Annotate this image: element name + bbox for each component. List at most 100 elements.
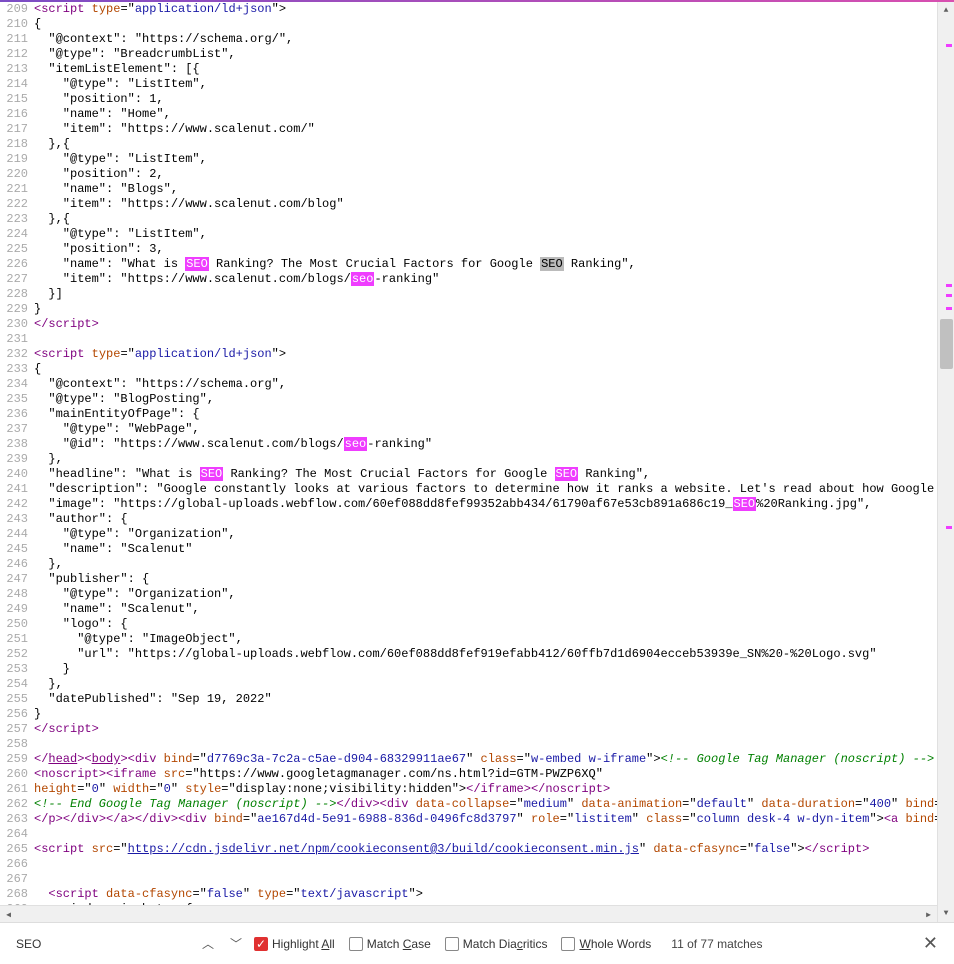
match-marker[interactable] <box>946 284 952 287</box>
match-diacritics-checkbox[interactable] <box>445 937 459 951</box>
code-line[interactable]: "@type": "WebPage", <box>34 422 954 437</box>
code-line[interactable]: "position": 2, <box>34 167 954 182</box>
code-line[interactable]: "@type": "ListItem", <box>34 77 954 92</box>
code-line[interactable]: </head><body><div bind="d7769c3a-7c2a-c5… <box>34 752 954 767</box>
search-input[interactable]: SEO <box>10 934 190 954</box>
code-line[interactable]: },{ <box>34 137 954 152</box>
code-line[interactable]: "@id": "https://www.scalenut.com/blogs/s… <box>34 437 954 452</box>
code-line[interactable]: "name": "What is SEO Ranking? The Most C… <box>34 257 954 272</box>
code-line[interactable]: { <box>34 17 954 32</box>
close-findbar-button[interactable]: ✕ <box>917 933 944 954</box>
line-number: 220 <box>0 167 28 182</box>
code-line[interactable]: "headline": "What is SEO Ranking? The Mo… <box>34 467 954 482</box>
scrollbar-track[interactable] <box>938 19 954 905</box>
code-line[interactable]: "publisher": { <box>34 572 954 587</box>
code-line[interactable]: "@type": "ImageObject", <box>34 632 954 647</box>
code-line[interactable]: <noscript><iframe src="https://www.googl… <box>34 767 954 782</box>
code-line[interactable]: "item": "https://www.scalenut.com/blog" <box>34 197 954 212</box>
code-line[interactable]: "logo": { <box>34 617 954 632</box>
code-line[interactable]: </script> <box>34 722 954 737</box>
match-marker[interactable] <box>946 307 952 310</box>
code-line[interactable]: </p></div></a></div><div bind="ae167d4d-… <box>34 812 954 827</box>
code-line[interactable]: "author": { <box>34 512 954 527</box>
scroll-up-arrow[interactable]: ▲ <box>938 2 954 19</box>
line-number: 263 <box>0 812 28 827</box>
code-line[interactable]: }] <box>34 287 954 302</box>
code-line[interactable]: <!-- End Google Tag Manager (noscript) -… <box>34 797 954 812</box>
line-number: 226 <box>0 257 28 272</box>
code-line[interactable]: "@type": "BreadcrumbList", <box>34 47 954 62</box>
find-next-button[interactable]: ﹀ <box>226 934 246 954</box>
line-number: 237 <box>0 422 28 437</box>
match-marker[interactable] <box>946 294 952 297</box>
line-number: 216 <box>0 107 28 122</box>
code-line[interactable]: "mainEntityOfPage": { <box>34 407 954 422</box>
line-number: 249 <box>0 602 28 617</box>
whole-words-option[interactable]: Whole Words <box>561 937 651 951</box>
code-line[interactable]: "name": "Scalenut", <box>34 602 954 617</box>
code-line[interactable]: </script> <box>34 317 954 332</box>
code-line[interactable]: "name": "Blogs", <box>34 182 954 197</box>
code-line[interactable]: "@type": "ListItem", <box>34 227 954 242</box>
code-line[interactable]: "@type": "BlogPosting", <box>34 392 954 407</box>
line-number: 242 <box>0 497 28 512</box>
highlight-all-checkbox[interactable]: ✓ <box>254 937 268 951</box>
code-line[interactable]: "name": "Home", <box>34 107 954 122</box>
match-case-option[interactable]: Match Case <box>349 937 431 951</box>
match-case-checkbox[interactable] <box>349 937 363 951</box>
code-area[interactable]: <script type="application/ld+json">{ "@c… <box>34 2 954 922</box>
code-line[interactable]: }, <box>34 557 954 572</box>
code-line[interactable]: "position": 3, <box>34 242 954 257</box>
match-marker[interactable] <box>946 44 952 47</box>
scroll-right-arrow[interactable]: ▶ <box>920 906 937 923</box>
horizontal-scrollbar[interactable]: ◀ ▶ <box>0 905 937 922</box>
code-line[interactable]: "@type": "ListItem", <box>34 152 954 167</box>
code-line[interactable]: "itemListElement": [{ <box>34 62 954 77</box>
code-line[interactable]: }, <box>34 452 954 467</box>
code-line[interactable]: "@type": "Organization", <box>34 587 954 602</box>
code-line[interactable]: "name": "Scalenut" <box>34 542 954 557</box>
whole-words-checkbox[interactable] <box>561 937 575 951</box>
code-line[interactable]: "@context": "https://schema.org", <box>34 377 954 392</box>
code-line[interactable]: },{ <box>34 212 954 227</box>
code-line[interactable]: "@context": "https://schema.org/", <box>34 32 954 47</box>
match-diacritics-option[interactable]: Match Diacritics <box>445 937 548 951</box>
code-line[interactable]: }, <box>34 677 954 692</box>
line-number: 230 <box>0 317 28 332</box>
code-line[interactable]: height="0" width="0" style="display:none… <box>34 782 954 797</box>
code-line[interactable]: } <box>34 662 954 677</box>
code-line[interactable]: <script type="application/ld+json"> <box>34 2 954 17</box>
match-marker[interactable] <box>946 526 952 529</box>
code-line[interactable]: <script type="application/ld+json"> <box>34 347 954 362</box>
code-line[interactable]: <script src="https://cdn.jsdelivr.net/np… <box>34 842 954 857</box>
code-line[interactable]: "description": "Google constantly looks … <box>34 482 954 497</box>
find-prev-button[interactable]: ︿ <box>198 934 218 954</box>
code-line[interactable] <box>34 332 954 347</box>
highlight-all-option[interactable]: ✓ Highlight All <box>254 937 335 951</box>
line-number: 257 <box>0 722 28 737</box>
code-line[interactable]: "position": 1, <box>34 92 954 107</box>
line-number: 256 <box>0 707 28 722</box>
code-line[interactable]: <script data-cfasync="false" type="text/… <box>34 887 954 902</box>
code-line[interactable]: "datePublished": "Sep 19, 2022" <box>34 692 954 707</box>
code-line[interactable]: "@type": "Organization", <box>34 527 954 542</box>
line-number: 260 <box>0 767 28 782</box>
code-line[interactable] <box>34 857 954 872</box>
code-line[interactable]: { <box>34 362 954 377</box>
match-count: 11 of 77 matches <box>671 937 762 951</box>
code-line[interactable] <box>34 827 954 842</box>
scroll-down-arrow[interactable]: ▼ <box>938 905 954 922</box>
code-line[interactable] <box>34 872 954 887</box>
code-line[interactable]: "url": "https://global-uploads.webflow.c… <box>34 647 954 662</box>
code-line[interactable] <box>34 737 954 752</box>
code-line[interactable]: } <box>34 302 954 317</box>
code-line[interactable]: } <box>34 707 954 722</box>
line-number: 222 <box>0 197 28 212</box>
code-line[interactable]: "image": "https://global-uploads.webflow… <box>34 497 954 512</box>
scrollbar-thumb[interactable] <box>940 319 953 369</box>
scroll-left-arrow[interactable]: ◀ <box>0 906 17 923</box>
code-line[interactable]: "item": "https://www.scalenut.com/blogs/… <box>34 272 954 287</box>
line-number: 239 <box>0 452 28 467</box>
vertical-scrollbar[interactable]: ▲ ▼ <box>937 2 954 922</box>
code-line[interactable]: "item": "https://www.scalenut.com/" <box>34 122 954 137</box>
